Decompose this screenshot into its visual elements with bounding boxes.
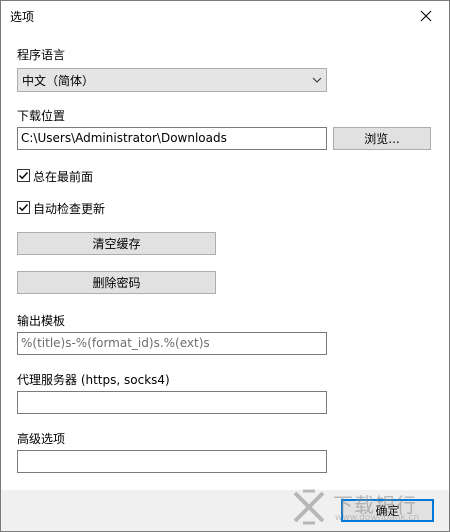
clear-cache-label: 清空缓存 xyxy=(92,237,141,251)
proxy-label: 代理服务器 (https, socks4) xyxy=(17,373,170,387)
auto-update-label: 自动检查更新 xyxy=(33,202,106,216)
close-button[interactable] xyxy=(403,1,449,31)
download-location-label: 下载位置 xyxy=(17,109,66,123)
chevron-down-icon xyxy=(312,77,322,83)
checkmark-icon xyxy=(19,172,29,180)
checkmark-icon xyxy=(19,204,29,212)
dialog-title: 选项 xyxy=(10,10,35,24)
browse-button[interactable]: 浏览... xyxy=(333,127,431,150)
ok-button-label: 确定 xyxy=(375,504,400,518)
language-label: 程序语言 xyxy=(17,48,66,62)
clear-cache-button[interactable]: 清空缓存 xyxy=(17,232,216,255)
download-path-field[interactable]: C:\Users\Administrator\Downloads xyxy=(17,127,327,150)
advanced-options-label: 高级选项 xyxy=(17,432,66,446)
proxy-field[interactable] xyxy=(17,391,327,414)
title-bar[interactable]: 选项 xyxy=(1,1,449,31)
browse-button-label: 浏览... xyxy=(364,132,400,146)
output-template-field[interactable]: %(title)s-%(format_id)s.%(ext)s xyxy=(17,332,327,355)
delete-password-label: 删除密码 xyxy=(92,276,141,290)
options-dialog: 选项 程序语言 中文（简体） 下载位置 C:\Users\Administrat… xyxy=(0,0,450,532)
output-template-placeholder: %(title)s-%(format_id)s.%(ext)s xyxy=(21,336,210,350)
close-icon xyxy=(420,10,432,22)
always-on-top-label: 总在最前面 xyxy=(33,170,94,184)
language-selected-value: 中文（简体） xyxy=(22,74,95,88)
language-select[interactable]: 中文（简体） xyxy=(17,68,327,92)
auto-update-option[interactable]: 自动检查更新 xyxy=(17,201,137,216)
ok-button[interactable]: 确定 xyxy=(341,499,434,522)
download-path-value: C:\Users\Administrator\Downloads xyxy=(21,131,227,145)
always-on-top-checkbox[interactable] xyxy=(17,169,30,182)
output-template-label: 输出模板 xyxy=(17,314,66,328)
auto-update-checkbox[interactable] xyxy=(17,201,30,214)
delete-password-button[interactable]: 删除密码 xyxy=(17,271,216,294)
always-on-top-option[interactable]: 总在最前面 xyxy=(17,169,137,184)
advanced-options-field[interactable] xyxy=(17,450,327,473)
